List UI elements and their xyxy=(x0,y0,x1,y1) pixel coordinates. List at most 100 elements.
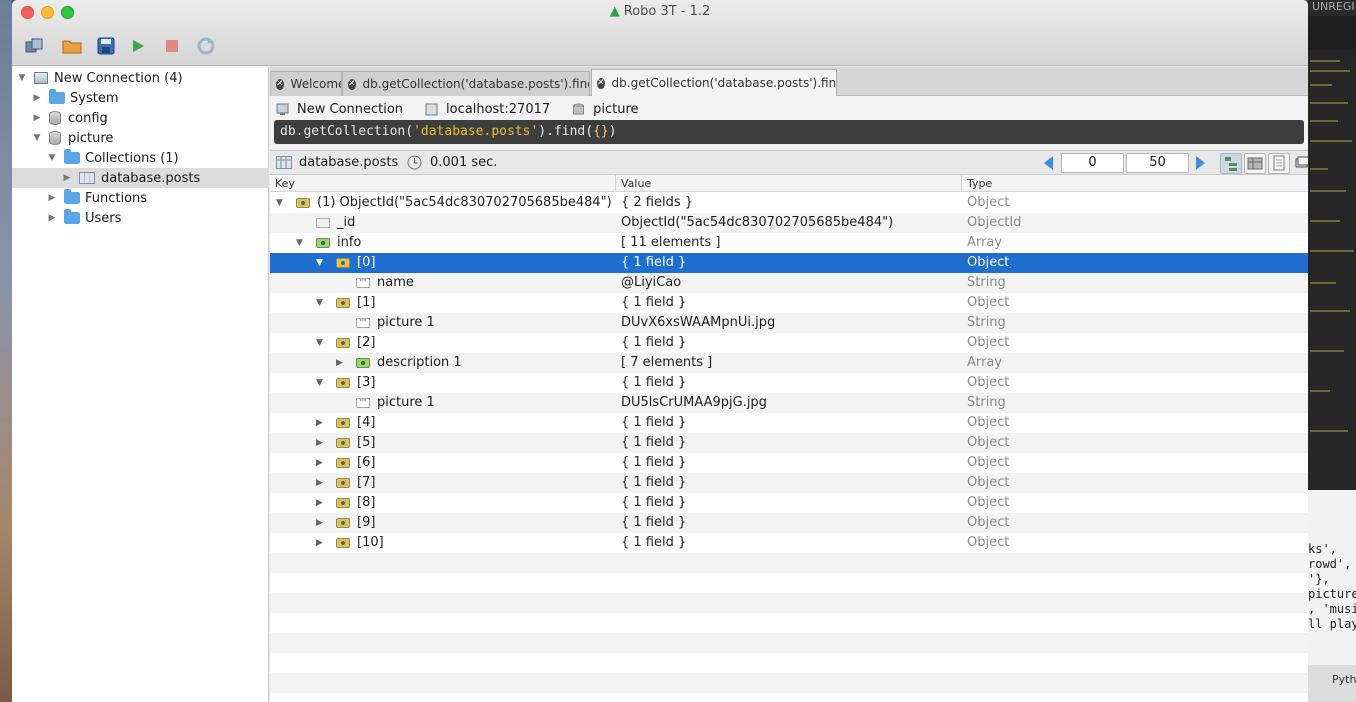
expand-arrow-icon[interactable]: ▶ xyxy=(46,193,58,203)
table-view-button[interactable] xyxy=(1244,153,1266,174)
tree-node-connection[interactable]: ▼ New Connection (4) xyxy=(12,68,269,88)
tree-node-label: New Connection (4) xyxy=(54,70,183,86)
query-database: picture xyxy=(566,102,639,117)
collapse-arrow-icon[interactable]: ▼ xyxy=(276,198,288,208)
table-row[interactable]: ▶ description 1 [ 7 elements ] Array xyxy=(270,353,1308,373)
table-row-selected[interactable]: ▼ [0] { 1 field } Object xyxy=(270,253,1308,273)
database-icon xyxy=(49,131,61,145)
collection-table-icon xyxy=(276,156,292,169)
expand-arrow-icon[interactable]: ▶ xyxy=(31,113,43,123)
database-icon xyxy=(49,111,61,125)
maximize-results-button[interactable] xyxy=(1294,153,1308,174)
open-button[interactable] xyxy=(62,36,82,56)
title-bar: ▲ Robo 3T - 1.2 xyxy=(12,0,1308,66)
table-row[interactable]: ▶ [4] { 1 field } Object xyxy=(270,413,1308,433)
clock-icon xyxy=(407,155,422,170)
empty-row xyxy=(270,653,1308,673)
tree-node-label: Functions xyxy=(85,190,148,206)
collapse-arrow-icon[interactable]: ▼ xyxy=(296,238,308,248)
tab-welcome[interactable]: ✕ Welcome xyxy=(270,71,342,96)
results-toolbar: database.posts 0.001 sec. 0 50 xyxy=(270,150,1308,175)
query-panel: New Connection localhost:27017 picture d… xyxy=(270,96,1308,148)
expand-arrow-icon[interactable]: ▶ xyxy=(316,418,328,428)
tree-view-button[interactable] xyxy=(1220,153,1242,174)
query-host: localhost:27017 xyxy=(419,102,550,117)
save-button[interactable] xyxy=(96,36,116,56)
expand-arrow-icon[interactable]: ▶ xyxy=(61,173,73,183)
skip-input[interactable]: 0 xyxy=(1061,153,1124,173)
expand-arrow-icon[interactable]: ▶ xyxy=(316,478,328,488)
table-row[interactable]: "" picture 1 DU5lsCrUMAA9pjG.jpg String xyxy=(270,393,1308,413)
results-tree-grid: Key Value Type ▼ (1) ObjectId("5ac54dc830… xyxy=(270,175,1308,702)
background-window-title: UNREGI xyxy=(1308,0,1356,16)
stop-button[interactable] xyxy=(162,36,182,56)
expand-arrow-icon[interactable]: ▼ xyxy=(16,73,28,83)
query-editor[interactable]: db.getCollection('database.posts').find(… xyxy=(274,120,1304,144)
table-row[interactable]: ▶ [7] { 1 field } Object xyxy=(270,473,1308,493)
expand-arrow-icon[interactable]: ▶ xyxy=(316,458,328,468)
expand-arrow-icon[interactable]: ▶ xyxy=(31,93,43,103)
refresh-button[interactable] xyxy=(196,36,216,56)
column-header-type[interactable]: Type xyxy=(967,177,992,190)
table-row[interactable]: _id ObjectId("5ac54dc830702705685be484")… xyxy=(270,213,1308,233)
expand-arrow-icon[interactable]: ▼ xyxy=(31,133,43,143)
object-icon xyxy=(336,497,350,508)
table-row[interactable]: ▼ (1) ObjectId("5ac54dc830702705685be484"… xyxy=(270,193,1308,213)
close-tab-icon[interactable]: ✕ xyxy=(348,78,356,90)
table-row[interactable]: ▶ [6] { 1 field } Object xyxy=(270,453,1308,473)
close-tab-icon[interactable]: ✕ xyxy=(597,77,605,89)
objectid-icon xyxy=(316,217,330,228)
column-header-key[interactable]: Key xyxy=(275,177,295,190)
computer-icon xyxy=(34,72,48,84)
close-tab-icon[interactable]: ✕ xyxy=(276,78,284,90)
table-view-icon xyxy=(1247,157,1263,170)
expand-arrow-icon[interactable]: ▼ xyxy=(46,153,58,163)
limit-input[interactable]: 50 xyxy=(1126,153,1189,173)
table-row[interactable]: ▶ [8] { 1 field } Object xyxy=(270,493,1308,513)
tree-node-collections[interactable]: ▼ Collections (1) xyxy=(12,148,269,168)
tree-node-database-posts[interactable]: ▶ database.posts xyxy=(12,168,269,188)
table-row[interactable]: ▶ [10] { 1 field } Object xyxy=(270,533,1308,553)
results-collection-name: database.posts xyxy=(299,155,399,170)
tree-node-users[interactable]: ▶ Users xyxy=(12,208,269,228)
expand-arrow-icon[interactable]: ▶ xyxy=(46,213,58,223)
tree-node-system[interactable]: ▶ System xyxy=(12,88,269,108)
table-row[interactable]: ▶ [5] { 1 field } Object xyxy=(270,433,1308,453)
tree-node-picture[interactable]: ▼ picture xyxy=(12,128,269,148)
execute-button[interactable] xyxy=(128,36,148,56)
expand-arrow-icon[interactable]: ▶ xyxy=(316,538,328,548)
table-row[interactable]: ▼ [3] { 1 field } Object xyxy=(270,373,1308,393)
background-code-editor: ks', rowd', '}, picture , 'musi ll playe xyxy=(1308,490,1356,665)
code-snippet: '}, xyxy=(1308,572,1330,586)
expand-arrow-icon[interactable]: ▶ xyxy=(316,498,328,508)
tab-query-2[interactable]: ✕ db.getCollection('database.posts').fin… xyxy=(591,69,837,96)
table-row[interactable]: ▼ [1] { 1 field } Object xyxy=(270,293,1308,313)
tree-node-functions[interactable]: ▶ Functions xyxy=(12,188,269,208)
expand-arrow-icon[interactable]: ▶ xyxy=(316,438,328,448)
text-view-button[interactable] xyxy=(1268,153,1290,174)
server-icon xyxy=(425,103,438,115)
table-row[interactable]: ▼ info [ 11 elements ] Array xyxy=(270,233,1308,253)
maximize-icon xyxy=(1295,156,1308,168)
column-header-value[interactable]: Value xyxy=(621,177,651,190)
prev-page-icon[interactable] xyxy=(1044,156,1053,170)
grid-header: Key Value Type xyxy=(270,175,1308,192)
table-row[interactable]: "" name @LiyiCao String xyxy=(270,273,1308,293)
collection-table-icon xyxy=(79,172,95,184)
object-icon xyxy=(336,377,350,388)
expand-arrow-icon[interactable]: ▶ xyxy=(316,518,328,528)
string-icon: "" xyxy=(356,397,370,408)
table-row[interactable]: "" picture 1 DUvX6xsWAAMpnUi.jpg String xyxy=(270,313,1308,333)
next-page-icon[interactable] xyxy=(1196,156,1205,170)
collapse-arrow-icon[interactable]: ▼ xyxy=(316,258,328,268)
table-row[interactable]: ▼ [2] { 1 field } Object xyxy=(270,333,1308,353)
collapse-arrow-icon[interactable]: ▼ xyxy=(316,338,328,348)
object-icon xyxy=(336,297,350,308)
collapse-arrow-icon[interactable]: ▼ xyxy=(316,298,328,308)
expand-arrow-icon[interactable]: ▶ xyxy=(336,358,348,368)
collapse-arrow-icon[interactable]: ▼ xyxy=(316,378,328,388)
table-row[interactable]: ▶ [9] { 1 field } Object xyxy=(270,513,1308,533)
connect-button[interactable] xyxy=(24,36,44,56)
tree-node-config[interactable]: ▶ config xyxy=(12,108,269,128)
tab-query-1[interactable]: ✕ db.getCollection('database.posts').fin… xyxy=(342,71,590,96)
